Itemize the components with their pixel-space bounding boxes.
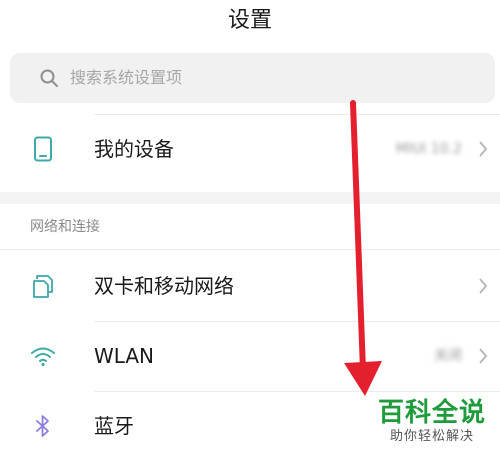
dual-sim-label: 双卡和移动网络 <box>94 274 234 298</box>
bluetooth-label: 蓝牙 <box>94 414 134 438</box>
page-title: 设置 <box>227 8 272 33</box>
network-section-header: 网络和连接 <box>30 219 100 235</box>
section-gap <box>0 192 500 204</box>
my-device-row[interactable]: 我的设备 MIUI 10.2 <box>0 114 500 184</box>
search-input[interactable]: 搜索系统设置项 <box>70 67 182 89</box>
bluetooth-icon <box>36 415 49 437</box>
settings-screen: 设置 搜索系统设置项 我的设备 MIUI 10.2 网络和连接 双卡和移动网络 <box>0 0 500 461</box>
wlan-status: 关闭 <box>434 348 462 364</box>
my-device-label: 我的设备 <box>94 137 174 161</box>
watermark-title: 百科全说 <box>377 398 486 428</box>
chevron-right-icon <box>479 278 488 294</box>
search-bar[interactable]: 搜索系统设置项 <box>10 53 495 103</box>
my-device-value: MIUI 10.2 <box>395 141 462 157</box>
search-icon <box>40 69 58 87</box>
wlan-row[interactable]: WLAN 关闭 <box>0 321 500 391</box>
chevron-right-icon <box>479 348 488 364</box>
watermark-subtitle: 助你轻松解决 <box>389 429 474 444</box>
phone-icon <box>34 136 52 162</box>
dual-sim-icon <box>33 275 53 298</box>
watermark-logo: 百科全说 助你轻松解决 <box>372 398 492 456</box>
wlan-label: WLAN <box>94 344 155 368</box>
chevron-right-icon <box>479 141 488 157</box>
dual-sim-row[interactable]: 双卡和移动网络 <box>0 251 500 321</box>
divider <box>0 249 500 250</box>
wifi-icon <box>31 347 55 367</box>
